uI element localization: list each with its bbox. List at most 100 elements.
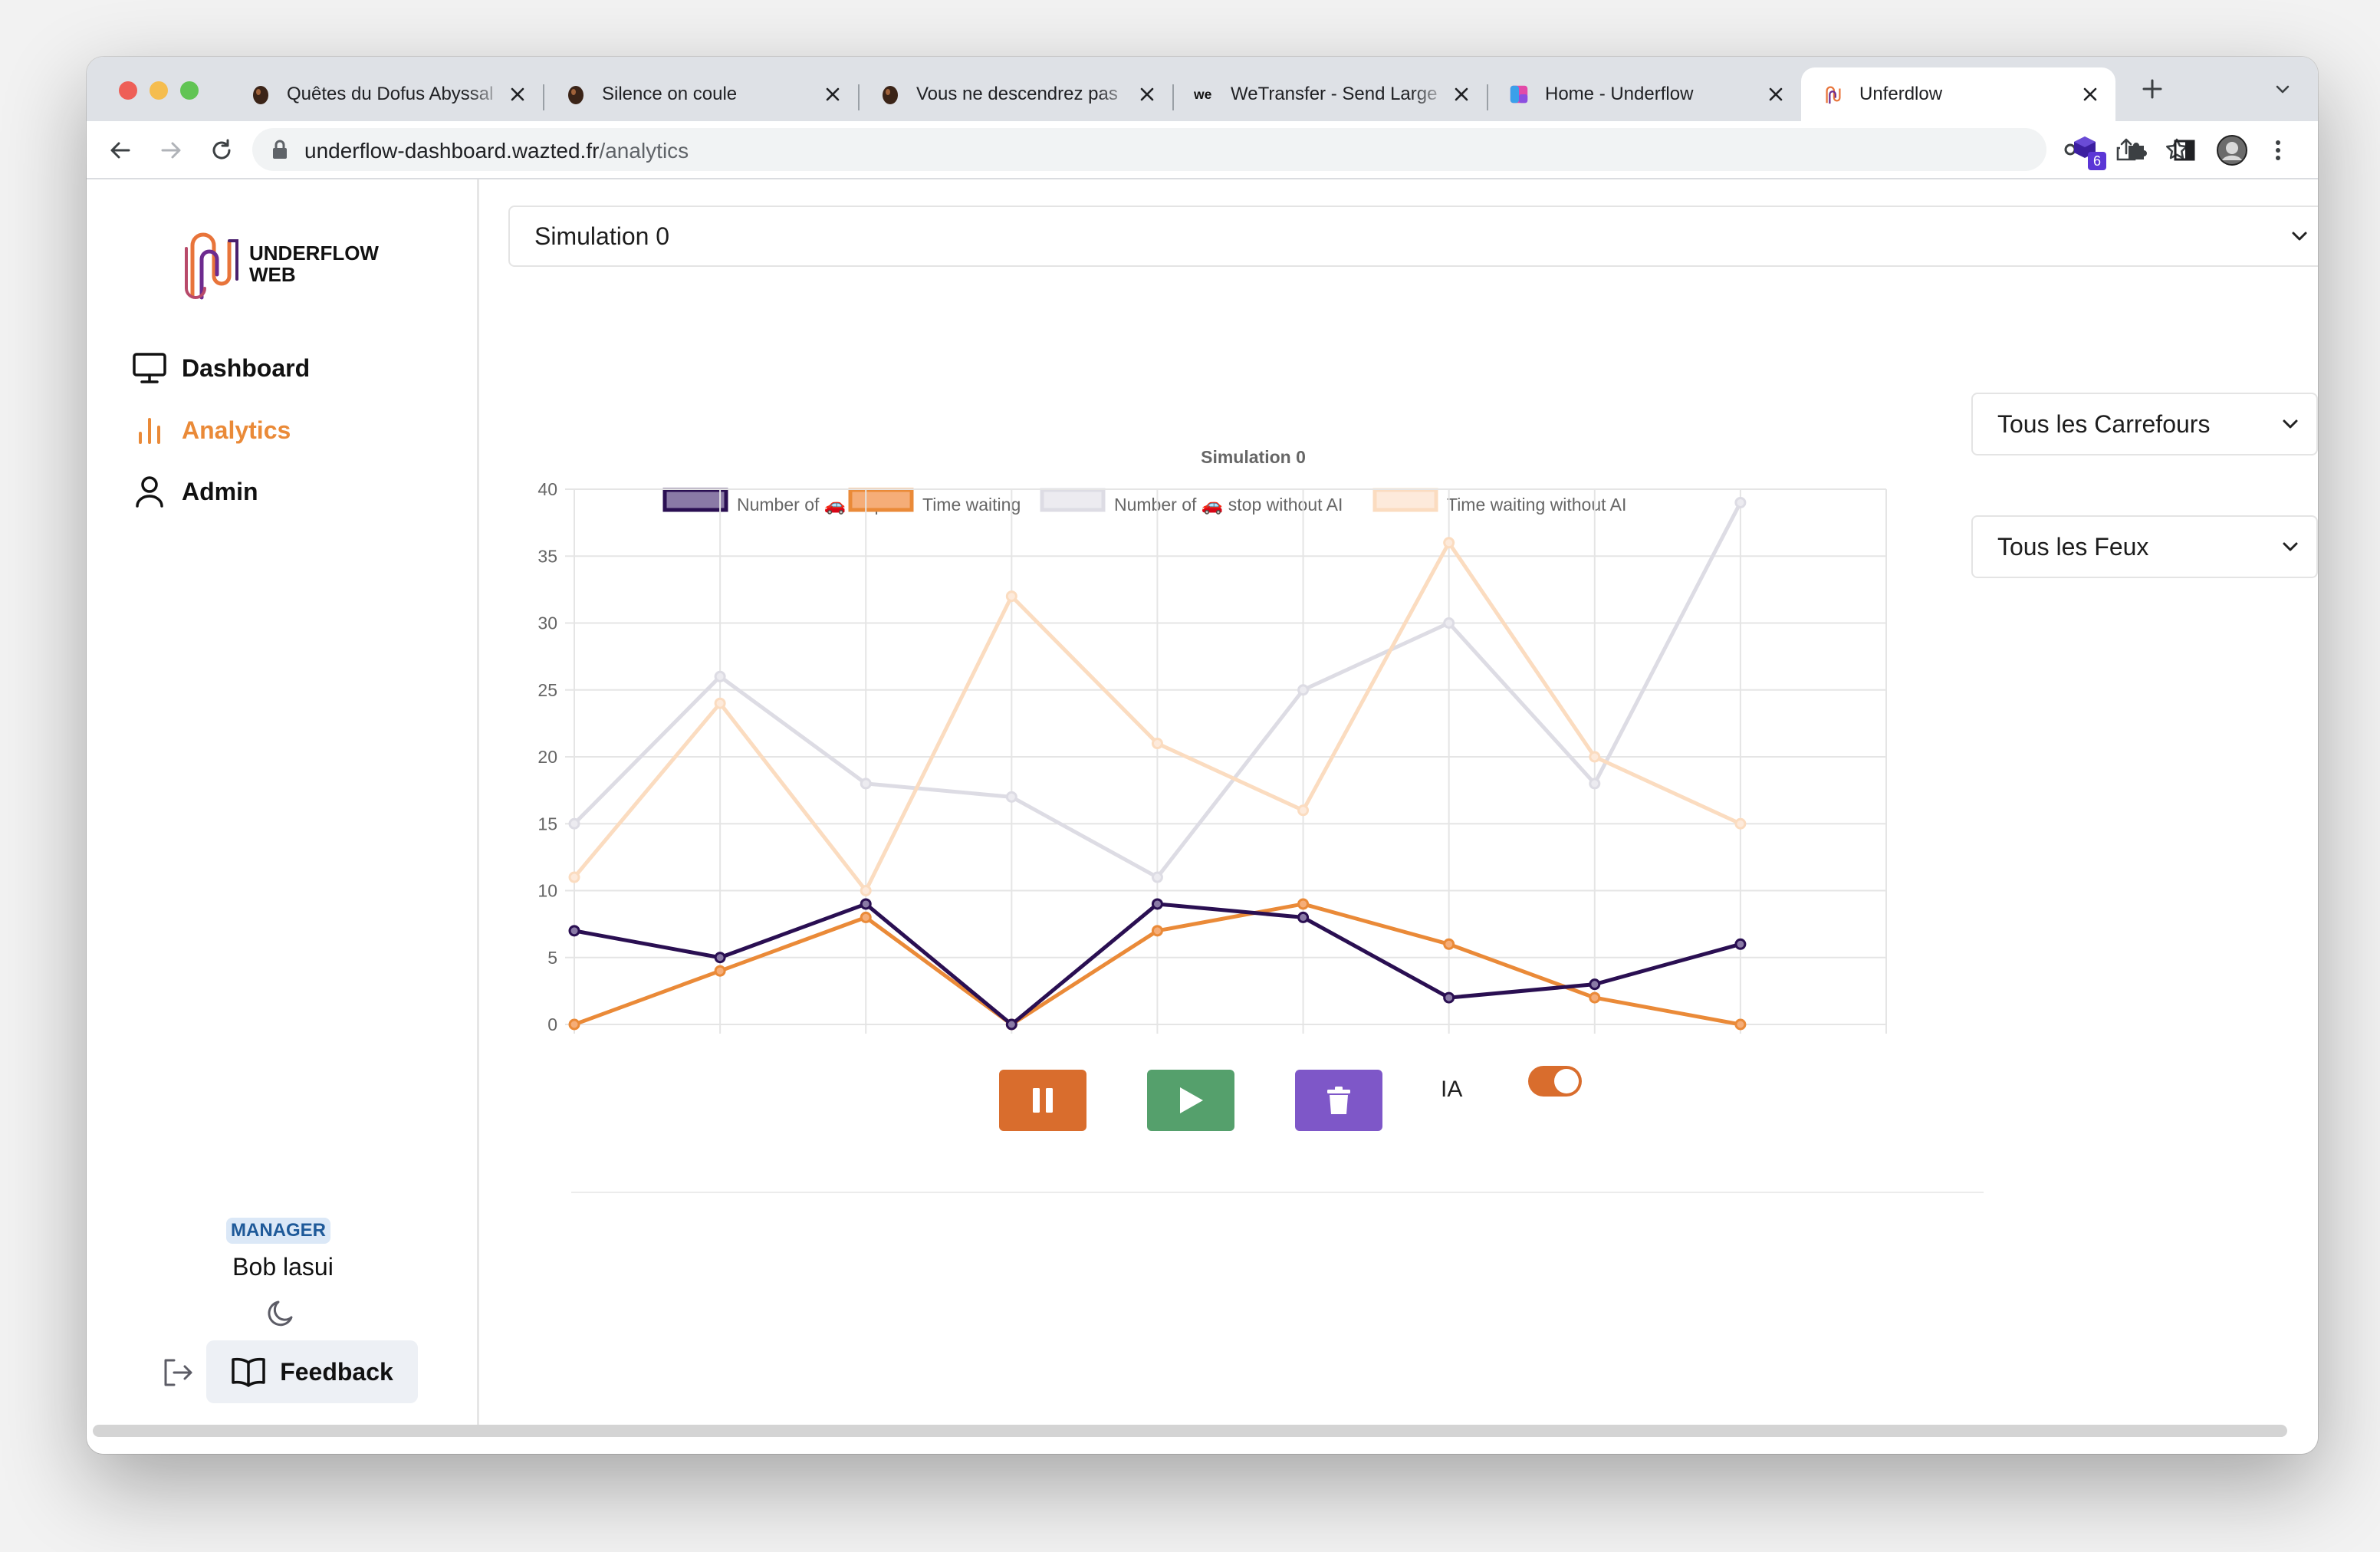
legend-swatch bbox=[848, 488, 914, 512]
y-tick-label: 35 bbox=[537, 546, 557, 566]
legend-label: Number of 🚗 stop without AI bbox=[1114, 495, 1343, 515]
browser-tab[interactable]: Home - Underflow bbox=[1487, 67, 1801, 121]
lights-select[interactable]: Tous les Feux bbox=[1971, 515, 2318, 578]
browser-tab[interactable]: Silence on coule bbox=[544, 67, 858, 121]
url-path: /analytics bbox=[599, 139, 689, 163]
underflow-logo-icon bbox=[1823, 84, 1844, 105]
y-tick-label: 15 bbox=[537, 814, 557, 834]
logout-button[interactable] bbox=[156, 1351, 199, 1394]
legend-swatch bbox=[662, 488, 728, 512]
close-tab-button[interactable] bbox=[1764, 83, 1787, 106]
puzzle-icon bbox=[2129, 143, 2147, 159]
reload-button[interactable] bbox=[203, 132, 240, 169]
app-logo[interactable]: UNDERFLOW WEB bbox=[182, 225, 379, 302]
close-icon bbox=[826, 87, 840, 101]
logo-line2: WEB bbox=[249, 263, 296, 286]
data-point bbox=[1151, 738, 1163, 750]
user-icon bbox=[131, 473, 168, 510]
y-tick-label: 20 bbox=[537, 747, 557, 767]
data-point bbox=[1297, 684, 1310, 696]
chevron-down-icon bbox=[2283, 542, 2298, 551]
nav-dashboard-label: Dashboard bbox=[182, 353, 311, 382]
data-point bbox=[860, 911, 872, 923]
zoom-window-button[interactable] bbox=[180, 81, 199, 100]
close-tab-button[interactable] bbox=[506, 83, 529, 106]
extensions-menu-button[interactable] bbox=[2119, 132, 2155, 169]
close-icon bbox=[2083, 87, 2097, 101]
simulation-select[interactable]: Simulation 0 bbox=[508, 206, 2318, 267]
close-window-button[interactable] bbox=[119, 81, 137, 100]
browser-tab[interactable]: Vous ne descendrez pas bbox=[858, 67, 1172, 121]
tab-title: Quêtes du Dofus Abyssal bbox=[287, 84, 494, 104]
data-point bbox=[1443, 617, 1455, 629]
book-open-icon bbox=[232, 1357, 265, 1387]
simulation-select-value: Simulation 0 bbox=[534, 222, 670, 250]
close-tab-button[interactable] bbox=[821, 83, 844, 106]
wetransfer-icon: we bbox=[1194, 84, 1215, 105]
data-point bbox=[1443, 991, 1455, 1004]
svg-text:we: we bbox=[1194, 87, 1212, 102]
forward-button[interactable] bbox=[153, 132, 189, 169]
pause-button[interactable] bbox=[999, 1070, 1086, 1131]
chevron-down-icon bbox=[2276, 85, 2290, 94]
analytics-chart: Simulation 0Number of 🚗 stop Time waiting… bbox=[537, 447, 1891, 1046]
arrow-left-icon bbox=[110, 142, 130, 159]
side-panel-icon bbox=[2174, 140, 2195, 161]
moon-icon bbox=[268, 1300, 293, 1327]
tab-bar: Quêtes du Dofus Abyssal Silence on coule V… bbox=[87, 57, 2318, 121]
close-icon bbox=[1455, 87, 1468, 101]
x-tick-label: 4 bbox=[1152, 1042, 1162, 1046]
nav-admin[interactable]: Admin bbox=[131, 473, 258, 510]
browser-menu-button[interactable] bbox=[2260, 132, 2296, 169]
data-point bbox=[1443, 938, 1455, 950]
ia-label: IA bbox=[1441, 1077, 1463, 1102]
data-point bbox=[1734, 938, 1747, 950]
data-point bbox=[1151, 925, 1163, 937]
y-tick-label: 0 bbox=[547, 1014, 557, 1034]
url-text: underflow-dashboard.wazted.fr/analytics bbox=[304, 139, 689, 163]
address-bar[interactable]: underflow-dashboard.wazted.fr/analytics bbox=[252, 128, 2188, 171]
browser-tab[interactable]: Quêtes du Dofus Abyssal bbox=[228, 67, 543, 121]
profile-avatar-button[interactable] bbox=[2214, 132, 2250, 169]
tab-search-button[interactable] bbox=[2264, 71, 2301, 107]
close-tab-button[interactable] bbox=[1136, 83, 1159, 106]
data-point bbox=[860, 885, 872, 896]
nav-analytics[interactable]: Analytics bbox=[131, 412, 291, 449]
side-panel-button[interactable] bbox=[2166, 132, 2203, 169]
logout-icon bbox=[164, 1359, 192, 1386]
data-point bbox=[1443, 537, 1455, 549]
close-tab-button[interactable] bbox=[2079, 83, 2102, 106]
nav-dashboard[interactable]: Dashboard bbox=[131, 350, 310, 386]
ia-toggle-knob bbox=[1554, 1069, 1579, 1093]
ia-toggle[interactable] bbox=[1528, 1066, 1582, 1097]
legend-label: Time waiting without AI bbox=[1447, 495, 1626, 515]
browser-tab[interactable]: we WeTransfer - Send Large bbox=[1172, 67, 1487, 121]
feedback-label: Feedback bbox=[280, 1357, 393, 1386]
dark-mode-toggle[interactable] bbox=[263, 1294, 300, 1331]
x-tick-label: 6 bbox=[1444, 1042, 1454, 1046]
crossroads-select[interactable]: Tous les Carrefours bbox=[1971, 393, 2318, 455]
horizontal-scrollbar[interactable] bbox=[93, 1425, 2287, 1437]
sidebar: UNDERFLOW WEB Dashboard Analytics Admin … bbox=[87, 179, 479, 1426]
new-tab-button[interactable] bbox=[2134, 71, 2171, 107]
browser-tab[interactable]: Unferdlow bbox=[1801, 67, 2115, 121]
legend-label: Time waiting bbox=[922, 495, 1021, 515]
data-point bbox=[1734, 496, 1747, 508]
x-tick-label: 3 bbox=[1007, 1042, 1017, 1046]
minimize-window-button[interactable] bbox=[150, 81, 168, 100]
delete-button[interactable] bbox=[1295, 1070, 1382, 1131]
data-point bbox=[714, 697, 726, 709]
data-point bbox=[1589, 751, 1601, 763]
extension-button[interactable]: 6 bbox=[2068, 132, 2106, 170]
user-name: Bob lasui bbox=[232, 1253, 334, 1281]
chevron-down-icon bbox=[2283, 419, 2298, 429]
data-point bbox=[568, 925, 580, 937]
close-tab-button[interactable] bbox=[1450, 83, 1473, 106]
crossroads-select-value: Tous les Carrefours bbox=[1997, 409, 2211, 438]
play-button[interactable] bbox=[1147, 1070, 1234, 1131]
close-icon bbox=[1769, 87, 1783, 101]
back-button[interactable] bbox=[102, 132, 139, 169]
legend-swatch bbox=[1040, 488, 1106, 512]
tab-title: Home - Underflow bbox=[1545, 84, 1694, 104]
feedback-button[interactable]: Feedback bbox=[206, 1340, 418, 1403]
